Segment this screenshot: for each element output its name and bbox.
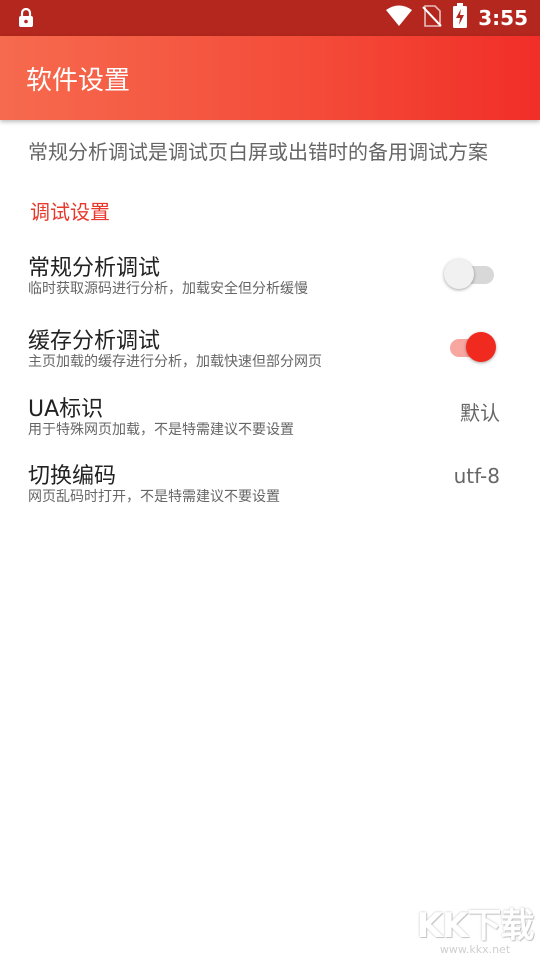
- pref-summary: 主页加载的缓存进行分析，加载快速但部分网页: [28, 354, 322, 370]
- page-title: 软件设置: [26, 66, 131, 96]
- pref-cache-debug[interactable]: 缓存分析调试 主页加载的缓存进行分析，加载快速但部分网页: [0, 323, 540, 383]
- pref-user-agent[interactable]: UA标识 用于特殊网页加载，不是特需建议不要设置 默认: [0, 391, 540, 451]
- pref-summary: 临时获取源码进行分析，加载安全但分析缓慢: [28, 281, 308, 297]
- status-time: 3:55: [478, 6, 528, 30]
- cache-debug-toggle[interactable]: [442, 329, 500, 365]
- pref-value: utf-8: [453, 464, 500, 488]
- pref-value: 默认: [460, 401, 500, 425]
- intro-text: 常规分析调试是调试页白屏或出错时的备用调试方案: [28, 140, 488, 164]
- pref-general-debug[interactable]: 常规分析调试 临时获取源码进行分析，加载安全但分析缓慢: [0, 250, 540, 310]
- pref-title: 切换编码: [28, 464, 117, 489]
- wifi-icon: [386, 5, 413, 31]
- no-sim-icon: [422, 4, 442, 32]
- section-title-debug: 调试设置: [30, 200, 110, 224]
- app-bar: 软件设置: [0, 36, 540, 120]
- general-debug-toggle[interactable]: [442, 256, 500, 292]
- watermark-text: KK下载: [416, 906, 535, 946]
- pref-summary: 网页乱码时打开，不是特需建议不要设置: [28, 489, 280, 505]
- toggle-thumb: [444, 259, 474, 289]
- watermark-logo: KK下载 www.kkx.net: [416, 898, 535, 956]
- pref-summary: 用于特殊网页加载，不是特需建议不要设置: [28, 422, 294, 438]
- status-bar: 3:55: [0, 0, 540, 36]
- toggle-thumb: [466, 332, 496, 362]
- lock-icon: [16, 7, 36, 28]
- pref-encoding[interactable]: 切换编码 网页乱码时打开，不是特需建议不要设置 utf-8: [0, 458, 540, 518]
- pref-title: UA标识: [28, 397, 104, 422]
- pref-title: 常规分析调试: [28, 256, 161, 281]
- pref-title: 缓存分析调试: [28, 329, 161, 354]
- battery-charging-icon: [452, 3, 468, 33]
